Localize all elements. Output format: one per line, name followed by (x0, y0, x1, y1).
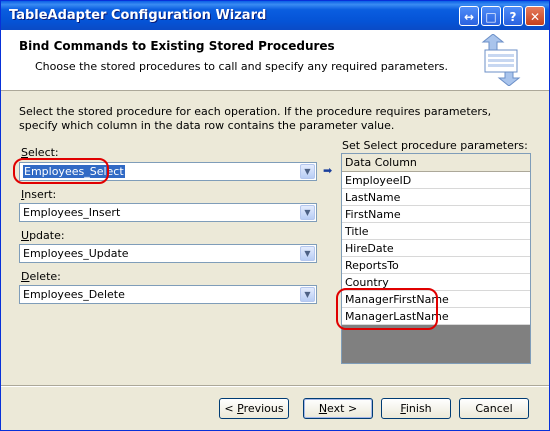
delete-label: Delete: (21, 270, 61, 283)
chevron-down-icon[interactable]: ▼ (300, 246, 315, 261)
grid-column-header[interactable]: Data Column (342, 154, 530, 172)
footer-divider (1, 385, 549, 387)
maximize-icon[interactable]: □ (481, 6, 501, 26)
close-icon[interactable]: ✕ (525, 6, 545, 26)
finish-button[interactable]: Finish (381, 398, 451, 419)
delete-combo[interactable]: Employees_Delete ▼ (19, 285, 317, 304)
previous-button[interactable]: < Previous (219, 398, 289, 419)
delete-combo-value: Employees_Delete (23, 288, 125, 301)
page-subtitle: Choose the stored procedures to call and… (35, 60, 448, 73)
params-grid[interactable]: Data Column EmployeeID LastName FirstNam… (341, 153, 531, 364)
title-bar[interactable]: TableAdapter Configuration Wizard ↔ □ ? … (1, 1, 549, 30)
arrow-right-icon: ➡ (323, 164, 333, 177)
resize-icon[interactable]: ↔ (459, 6, 479, 26)
chevron-down-icon[interactable]: ▼ (300, 164, 315, 179)
next-button[interactable]: Next > (303, 398, 373, 419)
update-combo-value: Employees_Update (23, 247, 129, 260)
insert-combo-value: Employees_Insert (23, 206, 121, 219)
wizard-header: Bind Commands to Existing Stored Procedu… (1, 30, 549, 91)
chevron-down-icon[interactable]: ▼ (300, 205, 315, 220)
table-row[interactable]: ReportsTo (342, 257, 530, 274)
annotation-oval (336, 288, 438, 330)
insert-label: Insert: (21, 188, 57, 201)
params-label: Set Select procedure parameters: (342, 139, 528, 152)
window-title: TableAdapter Configuration Wizard (9, 8, 267, 23)
instructions-text: Select the stored procedure for each ope… (19, 105, 492, 132)
update-label: Update: (21, 229, 65, 242)
help-icon[interactable]: ? (503, 6, 523, 26)
table-row[interactable]: FirstName (342, 206, 530, 223)
update-combo[interactable]: Employees_Update ▼ (19, 244, 317, 263)
annotation-oval (13, 158, 109, 184)
wizard-window: TableAdapter Configuration Wizard ↔ □ ? … (0, 0, 550, 431)
database-sync-icon (481, 34, 521, 86)
cancel-button[interactable]: Cancel (459, 398, 529, 419)
insert-combo[interactable]: Employees_Insert ▼ (19, 203, 317, 222)
page-title: Bind Commands to Existing Stored Procedu… (19, 39, 335, 53)
table-row[interactable]: EmployeeID (342, 172, 530, 189)
table-row[interactable]: Title (342, 223, 530, 240)
table-row[interactable]: HireDate (342, 240, 530, 257)
table-row[interactable]: LastName (342, 189, 530, 206)
chevron-down-icon[interactable]: ▼ (300, 287, 315, 302)
